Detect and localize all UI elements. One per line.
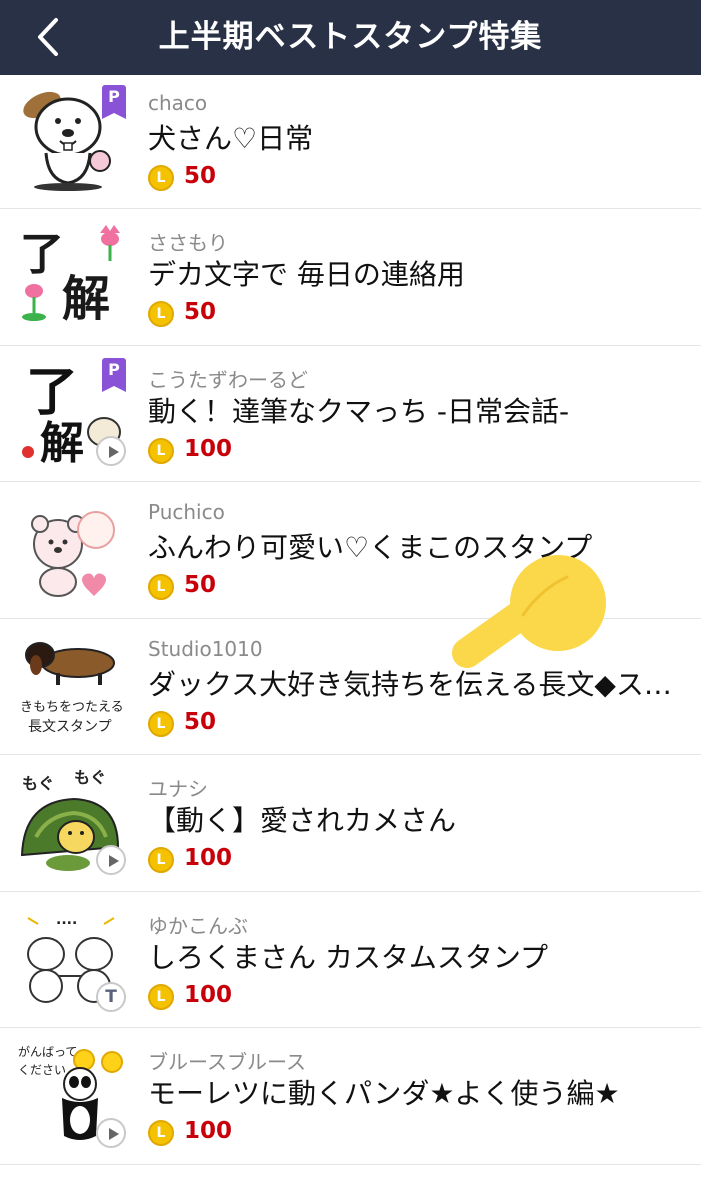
coin-icon: L [148,574,174,600]
thumb-text: がんばって [18,1044,77,1059]
sticker-name: しろくまさん カスタムスタンプ [148,940,549,974]
sticker-name: ふんわり可愛い♡くまこのスタンプ [148,531,593,564]
sticker-author: chaco [148,90,208,115]
coin-icon: L [148,301,174,327]
page-title: 上半期ベストスタンプ特集 [158,19,543,55]
coin-icon: L [148,437,174,464]
list-item[interactable]: Puchico ふんわり可愛い♡くまこのスタンプ L 50 [0,482,701,619]
coin-icon: L [148,164,174,191]
price-value: 50 [184,299,217,325]
coin-icon: L [148,847,174,873]
sticker-thumbnail: もぐ もぐ [18,767,126,875]
sticker-list[interactable]: L 100 P chaco 犬さん♡日常 L 50 [0,0,701,1165]
price-value: 50 [184,162,217,189]
price-value: 100 [184,1118,233,1144]
thumb-text: 解 [62,271,110,327]
premium-badge: P [102,357,126,392]
play-icon [96,1118,126,1148]
list-item[interactable]: 了 解 P こうたずわーるど 動く！達筆なクマっち -日常会話- L 100 [0,346,701,482]
list-item[interactable]: もぐ もぐ ユナシ 【動く】愛されカメさん L 100 [0,755,701,892]
sticker-author: ゆかこんぶ [148,913,248,938]
sticker-name: 【動く】愛されカメさん [148,804,457,837]
price-value: 100 [184,845,233,871]
thumb-text: 了 [26,362,78,423]
thumb-text: 解 [40,418,84,466]
sticker-thumbnail: .... T [18,904,126,1012]
coin-icon: L [148,983,174,1010]
list-item[interactable]: きもちをつたえる 長文スタンプ Studio1010 ダックス大好き気持ちを伝え… [0,619,701,755]
premium-badge: P [102,84,126,119]
sticker-name: ダックス大好き気持ちを伝える長文◆スタンプ [148,667,683,701]
sticker-thumbnail: きもちをつたえる 長文スタンプ [18,631,126,739]
sticker-thumbnail: 了 解 P [18,357,126,466]
list-item[interactable]: がんばって ください ブルースブルース モーレツに動くパンダ★よく使う編★ L … [0,1028,701,1165]
coin-icon: L [148,1120,174,1146]
sticker-thumbnail: 了 解 [18,221,126,329]
sticker-author: こうたずわーるど [148,367,308,392]
play-icon [96,435,126,466]
sticker-author: ユナシ [148,777,208,801]
sticker-author: Studio1010 [148,636,263,661]
sticker-name: モーレツに動くパンダ★よく使う編★ [148,1077,620,1110]
list-item[interactable]: P chaco 犬さん♡日常 L 50 [0,73,701,209]
sticker-thumbnail: P [18,84,126,193]
sticker-thumbnail: がんばって ください [18,1040,126,1148]
thumb-text: もぐ [74,768,106,787]
thumb-text: もぐ [22,774,54,793]
thumb-text: 長文スタンプ [28,719,112,735]
sticker-name: 犬さん♡日常 [148,121,314,155]
sticker-name: デカ文字で 毎日の連絡用 [148,258,465,291]
thumb-text: ください [18,1063,66,1077]
list-item[interactable]: 了 解 ささもり デカ文字で 毎日の連絡用 L 50 [0,209,701,346]
header-bar: 上半期ベストスタンプ特集 [0,0,701,75]
list-item[interactable]: .... T ゆかこんぶ しろくまさん カスタムスタンプ L 100 [0,892,701,1028]
price-value: 100 [184,435,233,462]
sticker-author: ブルースブルース [148,1050,306,1074]
price-value: 50 [184,572,217,598]
thumb-text: .... [56,912,77,928]
sticker-author: Puchico [148,500,225,524]
thumb-text: 了 [20,229,64,280]
price-value: 50 [184,708,217,735]
sticker-thumbnail [18,494,126,602]
sticker-author: ささもり [148,231,228,255]
custom-badge: T [96,981,126,1012]
price-value: 100 [184,981,233,1008]
play-icon [96,845,126,875]
coin-icon: L [148,710,174,737]
sticker-name: 動く！達筆なクマっち -日常会話- [148,394,570,428]
thumb-text: きもちをつたえる [20,700,124,715]
